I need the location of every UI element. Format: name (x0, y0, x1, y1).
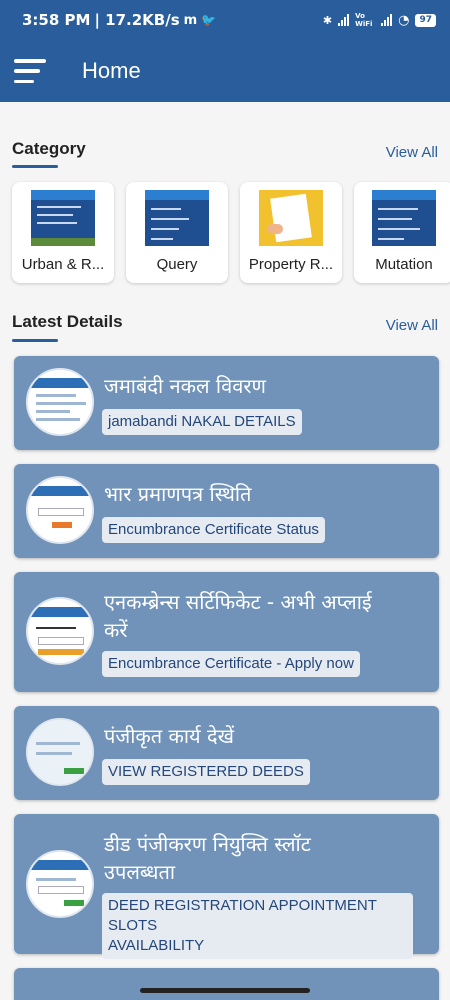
query-menu-thumbnail (145, 190, 209, 246)
vowifi-label: Vo WiFi (355, 12, 373, 28)
detail-card-registered-deeds[interactable]: पंजीकृत कार्य देखें VIEW REGISTERED DEED… (14, 706, 439, 800)
bluetooth-icon: ✱ (322, 13, 333, 27)
category-label: Query (156, 256, 198, 273)
category-list: Urban & R... Query Property R... Mutatio… (12, 182, 450, 283)
m-app-icon: m (183, 12, 198, 28)
status-speed: | 17.2KB/s (94, 11, 180, 29)
card-english-tag-line1: DEED REGISTRATION APPOINTMENT SLOTS (108, 897, 377, 934)
property-registration-thumbnail (259, 190, 323, 246)
category-label: Urban & R... (21, 256, 105, 273)
status-time: 3:58 PM (22, 11, 91, 29)
category-card-query[interactable]: Query (126, 182, 228, 283)
mutation-menu-thumbnail (372, 190, 436, 246)
category-card-property[interactable]: Property R... (240, 182, 342, 283)
latest-title: Latest Details (12, 311, 123, 331)
card-english-tag: DEED REGISTRATION APPOINTMENT SLOTS AVAI… (102, 893, 413, 959)
card-english-tag: jamabandi NAKAL DETAILS (102, 409, 302, 435)
status-bar: 3:58 PM | 17.2KB/s m 🐦 ✱ Vo WiFi ◔ 97 (0, 0, 450, 40)
category-card-mutation[interactable]: Mutation (354, 182, 450, 283)
detail-card-jamabandi[interactable]: जमाबंदी नकल विवरण jamabandi NAKAL DETAIL… (14, 356, 439, 450)
app-bar: Home (0, 40, 450, 102)
card-hindi-title-line2: करें (104, 618, 128, 642)
urban-rural-records-thumbnail (31, 190, 95, 246)
card-english-tag: Encumbrance Certificate Status (102, 517, 325, 543)
detail-card-partial[interactable] (14, 968, 439, 1000)
card-hindi-title-line1: एनकम्ब्रेन्स सर्टिफिकेट - अभी अप्लाई (104, 590, 372, 614)
detail-card-encumbrance-apply[interactable]: एनकम्ब्रेन्स सर्टिफिकेट - अभी अप्लाई करे… (14, 572, 439, 692)
signal-icon (338, 14, 350, 26)
latest-view-all-link[interactable]: View All (386, 317, 438, 334)
category-underline (12, 165, 58, 168)
card-hindi-title: जमाबंदी नकल विवरण (104, 374, 266, 398)
category-header: Category View All (12, 136, 438, 162)
card-english-tag: VIEW REGISTERED DEEDS (102, 759, 310, 785)
page-title: Home (82, 58, 141, 83)
registered-deeds-thumbnail (26, 718, 94, 786)
hamburger-menu-icon[interactable] (14, 59, 46, 83)
encumbrance-apply-thumbnail (26, 597, 94, 665)
encumbrance-status-thumbnail (26, 476, 94, 544)
detail-card-deed-appointment[interactable]: डीड पंजीकरण नियुक्ति स्लॉट उपलब्धता DEED… (14, 814, 439, 959)
category-card-urban[interactable]: Urban & R... (12, 182, 114, 283)
category-label: Mutation (375, 256, 433, 273)
category-title: Category (12, 138, 86, 158)
wifi-icon: ◔ (398, 12, 410, 28)
signal-icon-2 (381, 14, 393, 26)
category-label: Property R... (248, 256, 334, 273)
latest-underline (12, 339, 58, 342)
twitter-icon: 🐦 (201, 13, 217, 27)
card-english-tag-line2: AVAILABILITY (108, 937, 205, 954)
home-indicator[interactable] (140, 988, 310, 993)
card-english-tag: Encumbrance Certificate - Apply now (102, 651, 360, 677)
card-hindi-title-line2: उपलब्धता (104, 860, 176, 884)
card-hindi-title: भार प्रमाणपत्र स्थिति (104, 482, 252, 506)
card-hindi-title: पंजीकृत कार्य देखें (104, 724, 234, 748)
latest-header: Latest Details View All (12, 309, 438, 335)
card-hindi-title-line1: डीड पंजीकरण नियुक्ति स्लॉट (104, 832, 311, 856)
category-view-all-link[interactable]: View All (386, 144, 438, 161)
jamabandi-thumbnail (26, 368, 94, 436)
battery-icon: 97 (415, 13, 436, 27)
detail-card-encumbrance-status[interactable]: भार प्रमाणपत्र स्थिति Encumbrance Certif… (14, 464, 439, 558)
deed-appointment-thumbnail (26, 850, 94, 918)
